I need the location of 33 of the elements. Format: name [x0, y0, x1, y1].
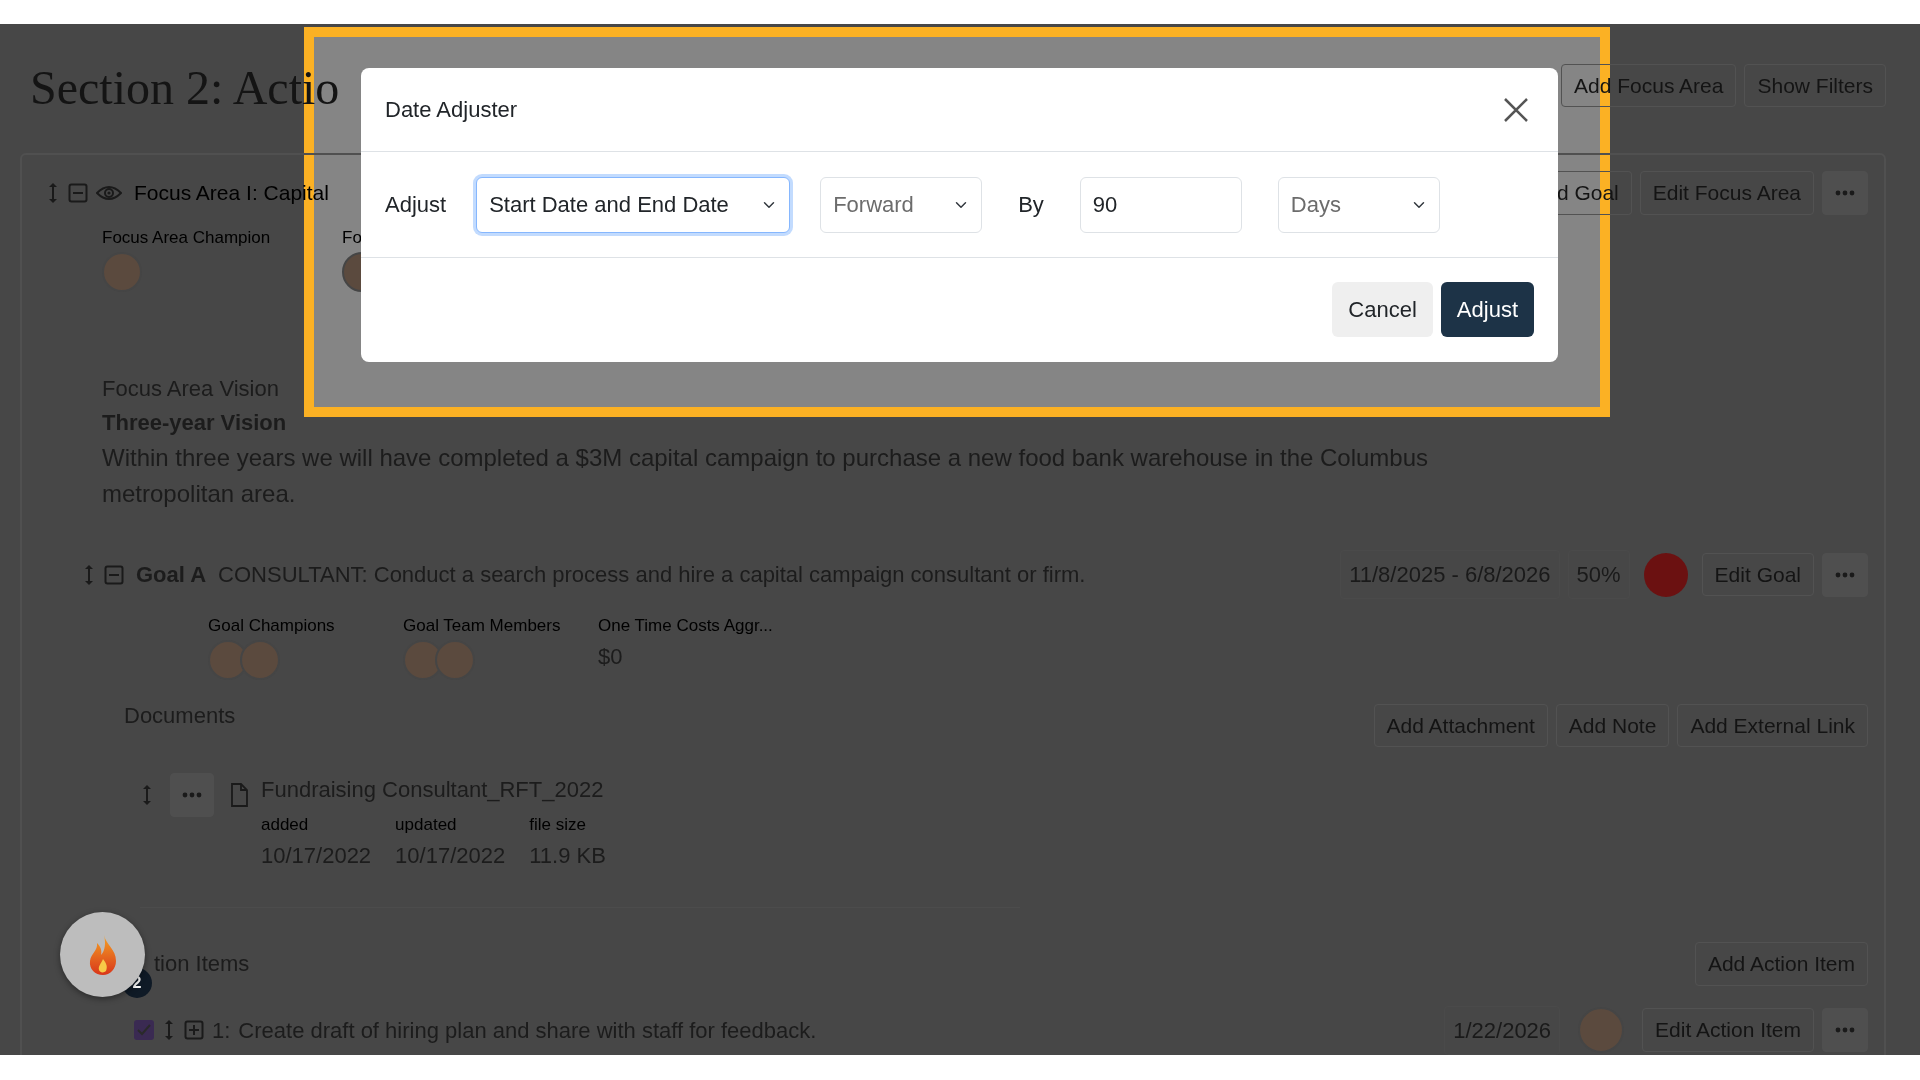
notification-button[interactable]: [60, 912, 145, 997]
checkbox[interactable]: [134, 1020, 154, 1041]
cancel-button[interactable]: Cancel: [1332, 282, 1433, 337]
date-scope-select[interactable]: Start Date and End Date: [476, 176, 791, 233]
adjust-button[interactable]: Adjust: [1440, 282, 1534, 337]
adjust-label: Adjust: [385, 191, 447, 219]
amount-field[interactable]: 90: [1079, 176, 1242, 233]
ellipsis-icon: [182, 792, 202, 799]
file-icon: [230, 783, 249, 808]
more-button[interactable]: [170, 773, 214, 818]
field-label: One Time Costs Aggr...: [598, 615, 773, 637]
meta-label: file size: [529, 816, 586, 834]
meta-label: updated: [395, 816, 457, 834]
collapse-icon: [104, 564, 124, 585]
ellipsis-icon: [1835, 571, 1855, 578]
direction-select[interactable]: Forward: [820, 176, 983, 233]
more-button[interactable]: [1822, 171, 1868, 215]
eye-icon: [96, 183, 122, 203]
field-label: Focus Area Champion: [102, 227, 271, 249]
field-label: Goal Champions: [208, 615, 335, 637]
by-label: By: [1018, 191, 1044, 219]
more-button[interactable]: [1822, 1008, 1868, 1053]
close-icon: [1503, 96, 1529, 123]
field-label: Goal Team Members: [403, 615, 561, 637]
ellipsis-icon: [1835, 1027, 1855, 1034]
more-button[interactable]: [1822, 552, 1868, 597]
field-label: Fo: [342, 227, 362, 249]
ellipsis-icon: [1835, 190, 1855, 196]
expand-icon: [184, 1020, 204, 1041]
meta-label: added: [261, 816, 309, 834]
collapse-icon: [68, 183, 88, 203]
unit-select[interactable]: Days: [1277, 176, 1440, 233]
dialog-title: Date Adjuster: [385, 96, 518, 124]
